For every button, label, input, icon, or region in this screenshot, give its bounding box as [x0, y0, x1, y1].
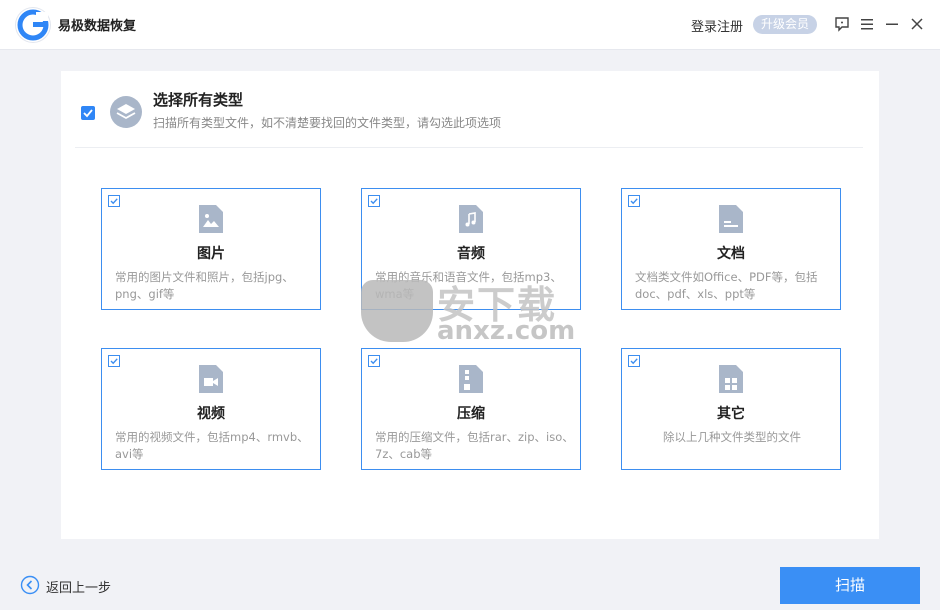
audio-file-icon [459, 205, 483, 233]
app-logo-icon [16, 8, 50, 42]
minimize-icon[interactable] [883, 15, 901, 33]
card-description: 除以上几种文件类型的文件 [663, 430, 801, 444]
app-title: 易极数据恢复 [58, 19, 137, 34]
scan-button[interactable]: 扫描 [780, 567, 920, 604]
card-title: 音频 [457, 246, 485, 262]
divider [75, 147, 863, 148]
menu-icon[interactable] [858, 15, 876, 33]
card-title: 压缩 [457, 406, 485, 422]
select-all-title: 选择所有类型 [153, 91, 244, 109]
card-archives[interactable]: 压缩 常用的压缩文件，包括rar、zip、iso、7z、cab等 [361, 348, 581, 470]
select-all-description: 扫描所有类型文件，如不清楚要找回的文件类型，请勾选此项选项 [153, 116, 502, 130]
card-title: 视频 [197, 406, 225, 422]
archive-file-icon [459, 365, 483, 393]
card-audio[interactable]: 音频 常用的音乐和语音文件，包括mp3、wma等 [361, 188, 581, 310]
card-checkbox[interactable] [368, 195, 380, 207]
image-file-icon [199, 205, 223, 233]
card-images[interactable]: 图片 常用的图片文件和照片，包括jpg、png、gif等 [101, 188, 321, 310]
document-file-icon [719, 205, 743, 233]
card-description: 常用的视频文件，包括mp4、rmvb、avi等 [115, 430, 309, 461]
back-arrow-icon[interactable] [20, 575, 40, 595]
card-description: 常用的压缩文件，包括rar、zip、iso、7z、cab等 [375, 430, 574, 461]
card-checkbox[interactable] [368, 355, 380, 367]
other-file-icon [719, 365, 743, 393]
upgrade-vip-button[interactable]: 升级会员 [753, 15, 818, 34]
card-video[interactable]: 视频 常用的视频文件，包括mp4、rmvb、avi等 [101, 348, 321, 470]
title-bar: 易极数据恢复 登录注册 升级会员 [0, 0, 940, 50]
card-checkbox[interactable] [108, 355, 120, 367]
card-documents[interactable]: 文档 文档类文件如Office、PDF等，包括doc、pdf、xls、ppt等 [621, 188, 841, 310]
card-checkbox[interactable] [628, 355, 640, 367]
file-type-panel: 选择所有类型 扫描所有类型文件，如不清楚要找回的文件类型，请勾选此项选项 图片 … [61, 71, 879, 539]
card-title: 图片 [197, 246, 225, 262]
login-register-link[interactable]: 登录注册 [691, 16, 743, 35]
card-description: 常用的图片文件和照片，包括jpg、png、gif等 [115, 270, 294, 301]
card-title: 文档 [717, 246, 745, 262]
feedback-icon[interactable] [833, 15, 851, 33]
select-all-checkbox[interactable] [81, 106, 95, 120]
close-icon[interactable] [908, 15, 926, 33]
card-checkbox[interactable] [628, 195, 640, 207]
card-other[interactable]: 其它 除以上几种文件类型的文件 [621, 348, 841, 470]
layers-icon [110, 96, 142, 128]
card-checkbox[interactable] [108, 195, 120, 207]
video-file-icon [199, 365, 223, 393]
card-title: 其它 [717, 406, 745, 422]
card-description: 常用的音乐和语音文件，包括mp3、wma等 [375, 270, 562, 301]
card-description: 文档类文件如Office、PDF等，包括doc、pdf、xls、ppt等 [635, 270, 818, 301]
back-button[interactable]: 返回上一步 [46, 577, 111, 596]
